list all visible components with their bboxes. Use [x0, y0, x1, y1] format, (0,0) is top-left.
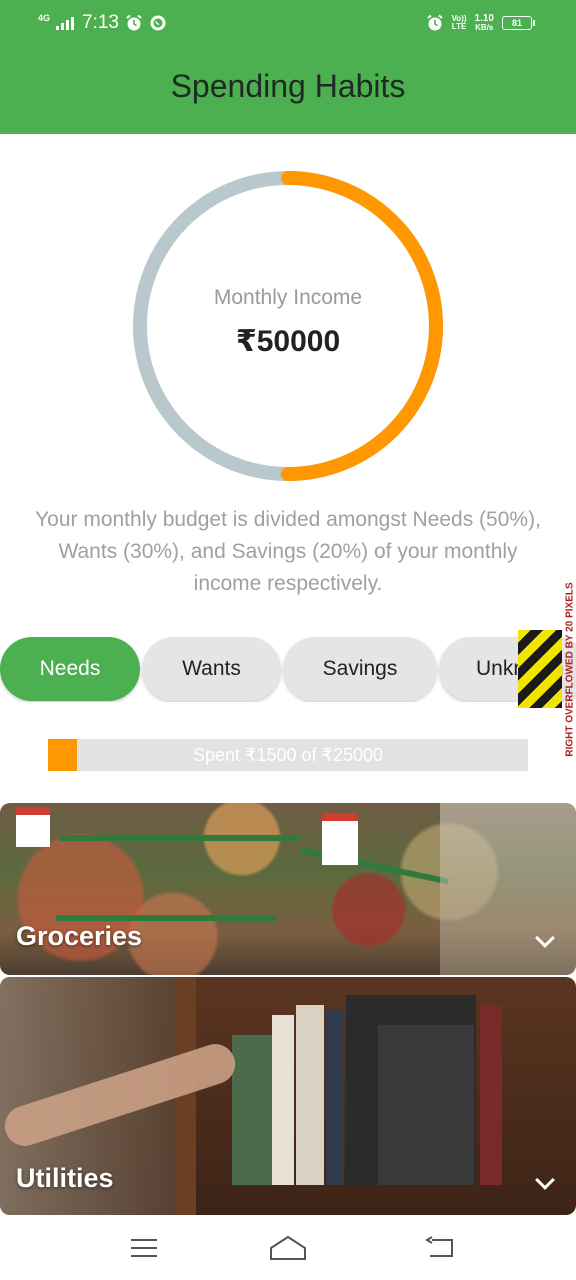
budget-description: Your monthly budget is divided amongst N…	[35, 508, 541, 595]
signal-icon	[56, 16, 75, 30]
back-icon[interactable]	[420, 1233, 460, 1263]
volte-indicator: Vo)) LTE	[452, 15, 467, 31]
category-title-utilities: Utilities	[16, 1163, 114, 1193]
whatsapp-icon	[149, 14, 167, 32]
spending-progress-bar: Spent ₹1500 of ₹25000	[48, 739, 528, 771]
overflow-warning: RIGHT OVERFLOWED BY 20 PIXELS	[560, 572, 576, 766]
page-title: Spending Habits	[170, 68, 406, 104]
status-bar-left: 4G 7:13	[38, 11, 167, 35]
system-nav-bar	[0, 1215, 576, 1280]
status-bar-right: Vo)) LTE 1.10 KB/s 81	[426, 11, 535, 35]
income-donut-chart: Monthly Income ₹50000	[128, 166, 448, 486]
battery-level: 81	[511, 18, 522, 28]
battery-icon: 81	[502, 16, 535, 30]
speed-unit: KB/s	[475, 23, 494, 32]
progress-text: Spent ₹1500 of ₹25000	[192, 745, 384, 765]
volte-line2: LTE	[451, 22, 467, 31]
menu-icon[interactable]	[124, 1233, 164, 1263]
donut-center: Monthly Income ₹50000	[128, 166, 448, 486]
income-label: Monthly Income	[213, 285, 363, 309]
app-bar: 4G 7:13 Vo)) LTE 1.10 KB/s 81 Spending H…	[0, 0, 576, 134]
tab-savings[interactable]: Savings	[283, 637, 437, 701]
overflow-warning-text: RIGHT OVERFLOWED BY 20 PIXELS	[564, 581, 576, 757]
category-card-utilities[interactable]: Utilities	[0, 977, 576, 1215]
tab-needs[interactable]: Needs	[0, 637, 140, 701]
category-card-groceries[interactable]: Groceries	[0, 803, 576, 975]
category-title-groceries: Groceries	[16, 921, 143, 951]
alarm-icon	[426, 14, 444, 32]
overflow-warning-stripes	[518, 630, 562, 708]
network-speed: 1.10 KB/s	[475, 14, 494, 32]
income-value: ₹50000	[235, 324, 341, 358]
home-icon[interactable]	[268, 1233, 308, 1263]
category-tabs: Needs Wants Savings Unknown	[0, 636, 576, 702]
alarm-icon	[125, 14, 143, 32]
network-type: 4G	[38, 12, 51, 23]
tab-wants[interactable]: Wants	[142, 637, 281, 701]
status-time: 7:13	[82, 12, 119, 33]
